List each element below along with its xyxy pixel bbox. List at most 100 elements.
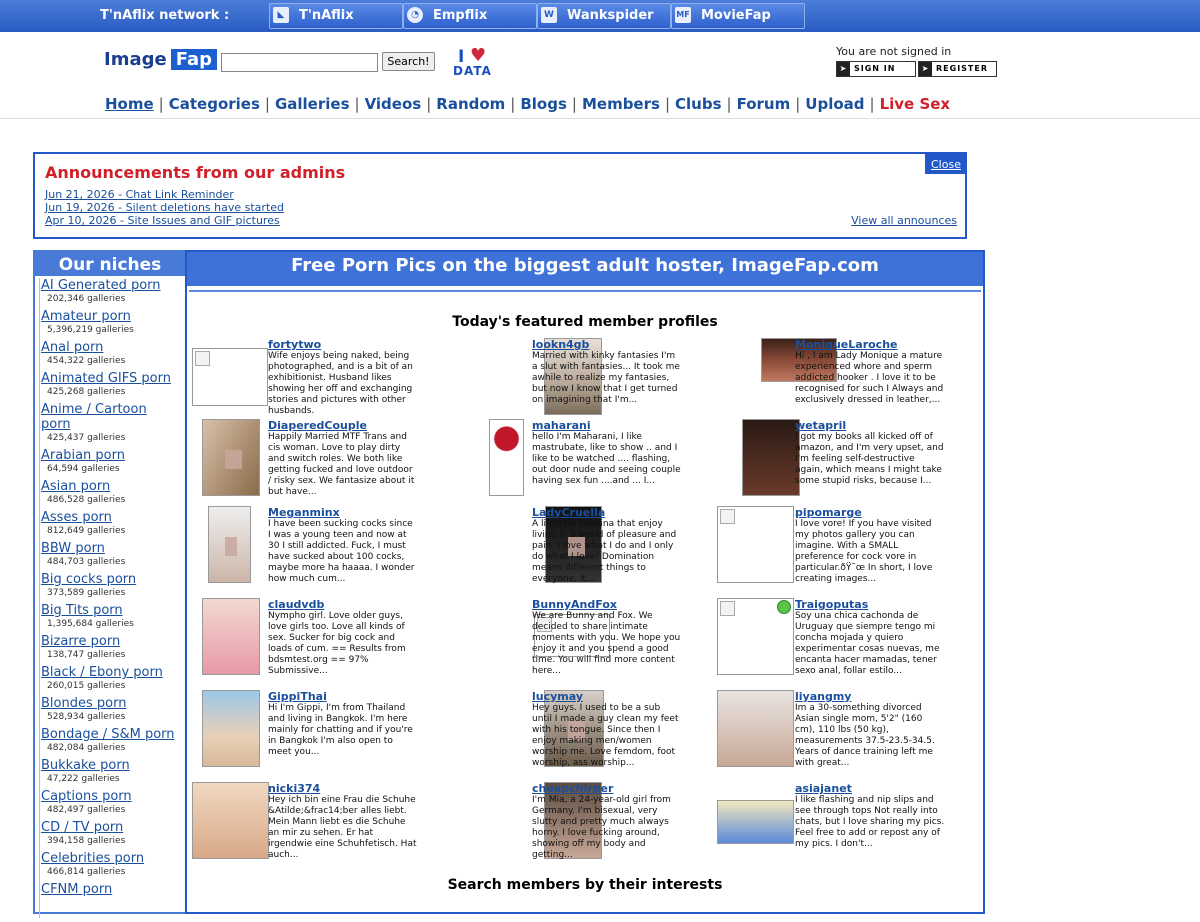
profile-name-link[interactable]: LadyCruella — [532, 506, 605, 519]
niche-item: AI Generated porn 202,346 galleries — [41, 278, 180, 305]
niche-link[interactable]: CD / TV porn — [41, 820, 180, 835]
niche-link[interactable]: Bondage / S&M porn — [41, 727, 180, 742]
niche-link[interactable]: Blondes porn — [41, 696, 180, 711]
profile-avatar[interactable] — [717, 690, 794, 767]
profile-avatar[interactable] — [192, 348, 268, 406]
niche-link[interactable]: CFNM porn — [41, 882, 180, 897]
nav-forum[interactable]: Forum — [737, 95, 791, 113]
nav-members[interactable]: Members — [582, 95, 660, 113]
announcement-link[interactable]: Jun 19, 2026 - Silent deletions have sta… — [45, 201, 284, 214]
niche-link[interactable]: AI Generated porn — [41, 278, 180, 293]
nav-home[interactable]: Home — [105, 95, 154, 113]
niche-link[interactable]: Bizarre porn — [41, 634, 180, 649]
niche-item: CFNM porn — [41, 882, 180, 897]
sign-in-button[interactable]: ➤ SIGN IN — [836, 61, 916, 77]
profile-description: Hey guys. I used to be a sub until I mad… — [532, 703, 679, 768]
signin-status: You are not signed in — [836, 45, 952, 58]
site-logo[interactable]: Image Fap — [104, 49, 217, 70]
profile-name-link[interactable]: claudvdb — [268, 598, 324, 611]
profile-avatar[interactable] — [202, 419, 260, 496]
profile-name-link[interactable]: nicki374 — [268, 782, 320, 795]
profile-avatar[interactable] — [208, 506, 251, 583]
niches-sidebar: Our niches AI Generated porn 202,346 gall… — [33, 250, 187, 918]
profile-avatar[interactable] — [717, 800, 794, 844]
niche-link[interactable]: Captions porn — [41, 789, 180, 804]
niche-link[interactable]: Big cocks porn — [41, 572, 180, 587]
profile-name-link[interactable]: liyangmy — [795, 690, 851, 703]
search-button[interactable]: Search! — [382, 52, 435, 71]
profile-name-link[interactable]: wetapril — [795, 419, 846, 432]
search-input[interactable] — [221, 53, 378, 72]
profile-avatar[interactable] — [192, 782, 269, 859]
profile-avatar[interactable] — [717, 506, 794, 583]
nav-live-sex[interactable]: Live Sex — [880, 95, 951, 113]
niche-link[interactable]: Celebrities porn — [41, 851, 180, 866]
register-button[interactable]: ➤ REGISTER — [918, 61, 997, 77]
profile-name-link[interactable]: DiaperedCouple — [268, 419, 367, 432]
network-bar: T'nAflix network : ◣ T'nAflix ◔ Empflix WW… — [0, 0, 1200, 32]
profile-name-link[interactable]: BunnyAndFox — [532, 598, 617, 611]
view-all-announces-link[interactable]: View all announces — [851, 214, 957, 227]
profile-avatar[interactable] — [202, 690, 260, 767]
niche-link[interactable]: Black / Ebony porn — [41, 665, 180, 680]
niche-count: 454,322 galleries — [47, 356, 126, 366]
profile-name-link[interactable]: pipomarge — [795, 506, 862, 519]
profile-name-link[interactable]: Traigoputas — [795, 598, 868, 611]
profile-avatar[interactable] — [489, 419, 524, 496]
niche-link[interactable]: Anime / Cartoon porn — [41, 402, 180, 432]
niche-item: Big cocks porn 373,589 galleries — [41, 572, 180, 599]
niche-link[interactable]: Amateur porn — [41, 309, 180, 324]
profile-avatar[interactable] — [202, 598, 260, 675]
network-tab-tnaflix[interactable]: ◣ T'nAflix — [269, 3, 403, 29]
profile-name-link[interactable]: Meganminx — [268, 506, 340, 519]
niche-item: Animated GIFS porn 425,268 galleries — [41, 371, 180, 398]
niche-link[interactable]: Big Tits porn — [41, 603, 180, 618]
profile-avatar[interactable] — [742, 419, 800, 496]
profile-name-link[interactable]: fortytwo — [268, 338, 321, 351]
nav-galleries[interactable]: Galleries — [275, 95, 350, 113]
announcements-list: Jun 21, 2026 - Chat Link Reminder Jun 19… — [45, 188, 284, 227]
niche-count: 5,396,219 galleries — [47, 325, 134, 335]
profile-description: I got my books all kicked off of amazon,… — [795, 432, 944, 486]
profile-description: Nympho girl. Love older guys, love girls… — [268, 611, 406, 676]
profile-name-link[interactable]: asiajanet — [795, 782, 852, 795]
niche-link[interactable]: Bukkake porn — [41, 758, 180, 773]
profile-description: Hi I'm Gippi, I'm from Thailand and livi… — [268, 703, 413, 757]
niche-item: CD / TV porn 394,158 galleries — [41, 820, 180, 847]
niche-item: BBW porn 484,703 galleries — [41, 541, 180, 568]
niche-link[interactable]: Asian porn — [41, 479, 180, 494]
network-tab-empflix[interactable]: ◔ Empflix — [403, 3, 537, 29]
profile-name-link[interactable]: maharani — [532, 419, 591, 432]
profile-name-link[interactable]: MoniqueLaroche — [795, 338, 898, 351]
announcement-link[interactable]: Apr 10, 2026 - Site Issues and GIF pictu… — [45, 214, 284, 227]
announcement-link[interactable]: Jun 21, 2026 - Chat Link Reminder — [45, 188, 284, 201]
niche-link[interactable]: Animated GIFS porn — [41, 371, 180, 386]
niche-link[interactable]: BBW porn — [41, 541, 180, 556]
profile-name-link[interactable]: GippiThai — [268, 690, 327, 703]
profile-description: I love vore! If you have visited my phot… — [795, 519, 933, 584]
censor-blur — [225, 450, 242, 469]
niche-link[interactable]: Anal porn — [41, 340, 180, 355]
niche-count: 202,346 galleries — [47, 294, 126, 304]
nav-random[interactable]: Random — [436, 95, 505, 113]
nav-videos[interactable]: Videos — [365, 95, 422, 113]
network-tab-wankspider[interactable]: W Wankspider — [537, 3, 671, 29]
heart-icon: ♥ — [470, 45, 487, 66]
arrow-right-icon: ➤ — [919, 62, 932, 76]
niche-link[interactable]: Asses porn — [41, 510, 180, 525]
niche-item: Asian porn 486,528 galleries — [41, 479, 180, 506]
nav-blogs[interactable]: Blogs — [520, 95, 567, 113]
niche-item: Celebrities porn 466,814 galleries — [41, 851, 180, 878]
nav-clubs[interactable]: Clubs — [675, 95, 722, 113]
i-love-data-banner[interactable]: I ♥ DATA — [452, 45, 498, 79]
nav-upload[interactable]: Upload — [805, 95, 864, 113]
online-status-icon — [777, 600, 791, 614]
profile-name-link[interactable]: lucymay — [532, 690, 583, 703]
profile-name-link[interactable]: lookn4gb — [532, 338, 589, 351]
network-label: T'nAflix network : — [100, 8, 230, 23]
close-link[interactable]: Close — [931, 158, 961, 171]
profile-name-link[interactable]: cheapchirper — [532, 782, 613, 795]
niche-link[interactable]: Arabian porn — [41, 448, 180, 463]
nav-categories[interactable]: Categories — [169, 95, 260, 113]
network-tab-moviefap[interactable]: MF MovieFap — [671, 3, 805, 29]
